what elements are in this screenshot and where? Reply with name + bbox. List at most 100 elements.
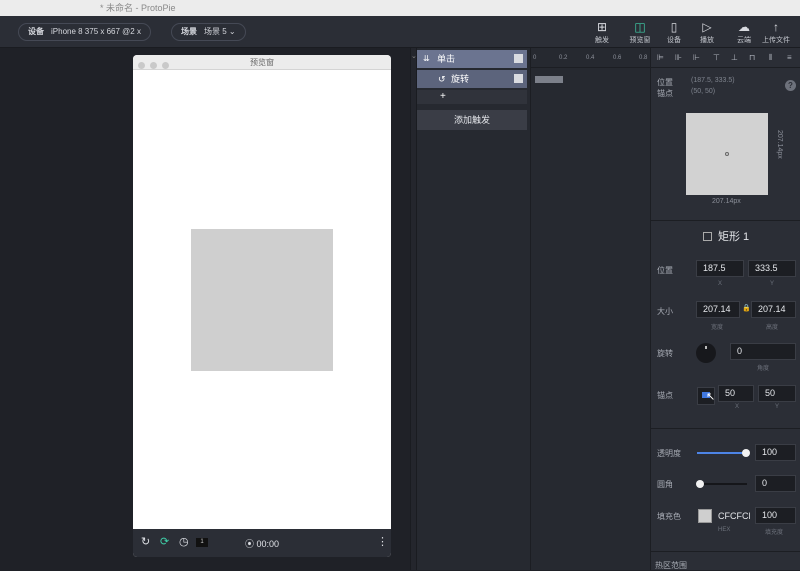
opacity-slider-thumb[interactable] (742, 449, 750, 457)
size-height-sub: 高度 (766, 325, 779, 331)
thumb-width: 207.14px (712, 198, 741, 205)
window-title: * 未命名 - ProtoPie (100, 3, 176, 13)
response-rotate-label: 旋转 (451, 74, 470, 84)
opacity-input[interactable]: 100 (755, 444, 796, 461)
hit-area-label: 热区范围 (655, 561, 687, 570)
anchor-y-input[interactable]: 50 (758, 385, 796, 402)
align-top-icon[interactable]: ⊤ (713, 53, 720, 62)
play-button-label: 播放 (700, 37, 714, 44)
position-y-input[interactable]: 333.5 (748, 260, 796, 277)
trigger-tap-label: 单击 (437, 54, 456, 64)
position-x-input[interactable]: 187.5 (696, 260, 744, 277)
rotate-icon: ↺ (438, 74, 446, 84)
layer-name: 矩形 1 (703, 228, 749, 244)
align-center-icon[interactable]: ⊪ (675, 53, 682, 62)
fill-label: 填充色 (657, 512, 681, 521)
panel-splitter[interactable]: ⌄ (410, 48, 417, 570)
section-divider (651, 428, 800, 429)
help-icon[interactable]: ? (785, 80, 796, 91)
layer-name-text: 矩形 1 (718, 231, 750, 243)
opacity-label: 透明度 (657, 449, 681, 458)
upload-button[interactable]: ↑ 上传文件 (758, 20, 794, 45)
fill-color-swatch[interactable] (698, 509, 712, 523)
preview-window-button-label: 预览窗 (629, 37, 651, 44)
anchor-y-sub: Y (775, 404, 780, 410)
tick-label: 0 (533, 55, 537, 61)
device-button[interactable]: ▯ 设备 (656, 20, 692, 45)
radius-label: 圆角 (657, 480, 673, 489)
summary-anchor-value: (50, 50) (691, 88, 716, 95)
preview-time-value: 00:00 (256, 539, 280, 549)
add-response-button[interactable]: + (417, 90, 527, 104)
window-titlebar: * 未命名 - ProtoPie (0, 0, 800, 16)
collapse-chevron-icon[interactable]: ⌄ (411, 52, 417, 60)
position-y-sub: Y (770, 281, 775, 287)
add-trigger-button[interactable]: 添加触发 (417, 110, 527, 130)
play-button[interactable]: ▷ 播放 (689, 20, 725, 45)
radius-slider-thumb[interactable] (696, 480, 704, 488)
trigger-button[interactable]: ⊞ 触发 (584, 20, 620, 45)
record-icon[interactable]: ⦿ (245, 539, 254, 549)
rectangle-layer[interactable] (191, 229, 333, 371)
chevron-down-icon: ⌄ (228, 27, 236, 36)
position-label: 位置 (657, 266, 673, 275)
radius-slider-track[interactable] (697, 483, 747, 485)
trigger-tap[interactable]: ⇊ 单击 (417, 50, 527, 68)
upload-button-label: 上传文件 (762, 37, 790, 44)
anchor-label: 锚点 (657, 391, 673, 400)
anchor-x-input[interactable]: 50 (718, 385, 754, 402)
rotation-dial[interactable] (696, 343, 716, 363)
layer-thumbnail (686, 113, 768, 195)
preview-window-button[interactable]: ◫ 预览窗 (622, 20, 658, 45)
fill-opacity-input[interactable]: 100 (755, 507, 796, 524)
response-toggle[interactable] (514, 74, 523, 83)
trigger-button-label: 触发 (595, 37, 609, 44)
device-selector[interactable]: 设备 iPhone 8 375 x 667 @2 x (18, 23, 151, 41)
align-left-icon[interactable]: ⊫ (657, 53, 664, 62)
distribute-horizontal-icon[interactable]: ⫴ (769, 53, 772, 63)
response-rotate[interactable]: ↺ 旋转 (417, 70, 527, 88)
rotation-label: 旋转 (657, 349, 673, 358)
radius-input[interactable]: 0 (755, 475, 796, 492)
fill-hex-value[interactable]: CFCFCF (718, 511, 750, 521)
section-divider (651, 220, 800, 221)
align-bottom-icon[interactable]: ⊓ (749, 53, 755, 62)
timeline-bar[interactable] (535, 76, 563, 83)
reload-icon[interactable]: ↻ (141, 536, 150, 549)
trigger-toggle[interactable] (514, 54, 523, 63)
align-middle-icon[interactable]: ⊥ (731, 53, 738, 62)
summary-position-value: (187.5, 333.5) (691, 77, 735, 84)
device-button-label: 设备 (667, 37, 681, 44)
fill-hex-sub: HEX (718, 527, 731, 533)
size-height-input[interactable]: 207.14 (751, 301, 796, 318)
distribute-vertical-icon[interactable]: ≡ (787, 53, 792, 62)
tick-label: 0.2 (559, 55, 568, 61)
tick-label: 0.8 (639, 55, 648, 61)
size-width-sub: 宽度 (711, 325, 724, 331)
add-response-label: + (440, 91, 446, 102)
section-divider (651, 551, 800, 552)
tick-label: 0.6 (613, 55, 622, 61)
touch-icon[interactable]: ⟳ (160, 536, 169, 549)
scene-value: 场景 5 (204, 27, 227, 36)
lock-icon[interactable]: 🔒 (742, 304, 751, 312)
window-controls[interactable] (138, 59, 174, 74)
thumb-height: 207.14px (776, 130, 783, 159)
size-width-input[interactable]: 207.14 (696, 301, 740, 318)
cloud-icon: ☁ (738, 20, 750, 34)
upload-icon: ↑ (773, 20, 779, 34)
cloud-button[interactable]: ☁ 云端 (726, 20, 762, 45)
align-right-icon[interactable]: ⊩ (693, 53, 700, 62)
opacity-slider-track[interactable] (697, 452, 747, 454)
preview-window-icon: ◫ (634, 20, 646, 34)
timer-icon[interactable]: ◷ (179, 536, 189, 549)
rotation-input[interactable]: 0 (730, 343, 796, 360)
device-label: 设备 (28, 27, 44, 36)
pointer-cursor-icon: ↖ (706, 391, 716, 403)
trigger-icon: ⊞ (596, 20, 608, 34)
scene-selector[interactable]: 场景 场景 5 ⌄ (171, 23, 246, 41)
play-icon: ▷ (702, 20, 712, 34)
more-icon[interactable]: ⋮ (377, 536, 388, 549)
size-label: 大小 (657, 307, 673, 316)
preview-title: 预览窗 (250, 58, 274, 67)
